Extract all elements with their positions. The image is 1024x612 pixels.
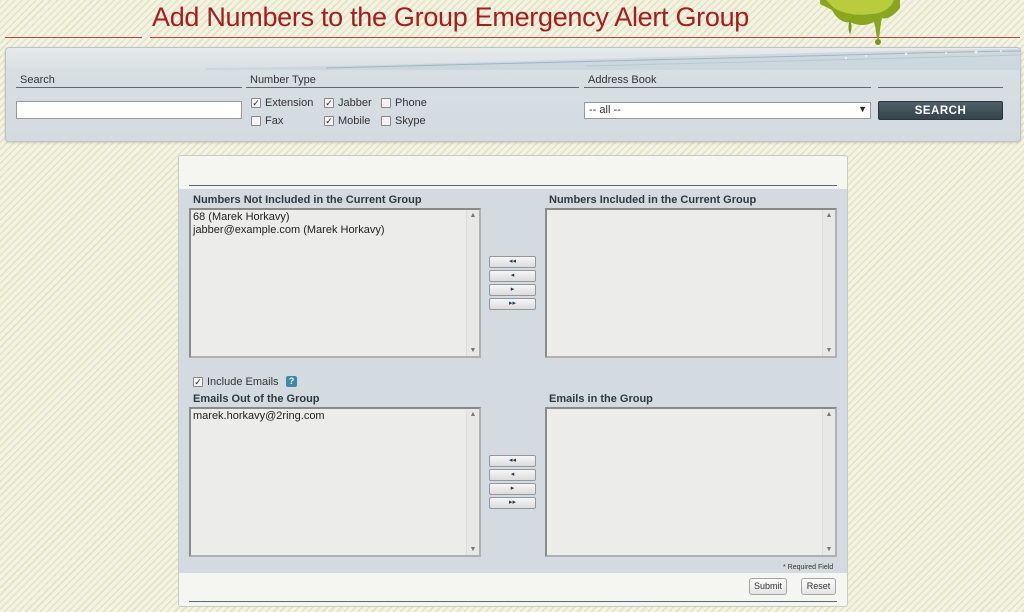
- numbers-included-label: Numbers Included in the Current Group: [549, 194, 757, 206]
- search-underline: [16, 87, 242, 88]
- required-field-note: * Required Field: [783, 564, 834, 571]
- page-title: Add Numbers to the Group Emergency Alert…: [152, 2, 749, 32]
- emails-out-list[interactable]: marek.horkavy@2ring.com ▲ ▼: [189, 407, 481, 557]
- scrollbar[interactable]: ▲ ▼: [466, 409, 479, 555]
- checkbox-skype-box[interactable]: [381, 116, 391, 126]
- checkbox-mobile-label: Mobile: [338, 115, 371, 127]
- title-divider-left: [5, 37, 142, 38]
- email-move-left-button[interactable]: ◂: [489, 469, 536, 481]
- search-panel: Search Number Type ✓ Extension ✓ Jabber …: [5, 47, 1021, 142]
- group-members-panel: Numbers Not Included in the Current Grou…: [178, 155, 848, 607]
- checkbox-phone-label: Phone: [395, 97, 427, 109]
- email-move-all-right-button[interactable]: ▸▸: [489, 497, 536, 509]
- list-item[interactable]: marek.horkavy@2ring.com: [193, 410, 477, 423]
- address-book-select[interactable]: -- all -- ▼: [584, 102, 871, 119]
- search-input[interactable]: [16, 101, 242, 119]
- list-item[interactable]: jabber@example.com (Marek Horkavy): [193, 224, 477, 237]
- checkbox-mobile-box[interactable]: ✓: [324, 116, 334, 126]
- numbers-included-list[interactable]: ▲ ▼: [545, 208, 837, 358]
- address-book-label: Address Book: [588, 74, 657, 86]
- checkbox-fax-label: Fax: [265, 115, 284, 127]
- move-right-button[interactable]: ▸: [489, 284, 536, 296]
- checkbox-skype-label: Skype: [395, 115, 426, 127]
- checkbox-phone[interactable]: Phone: [381, 97, 427, 109]
- search-button-underline: [878, 87, 1003, 88]
- include-emails-label: Include Emails: [207, 376, 279, 388]
- scroll-down-icon[interactable]: ▼: [467, 347, 479, 354]
- checkbox-skype[interactable]: Skype: [381, 115, 426, 127]
- move-all-right-button[interactable]: ▸▸: [489, 298, 536, 310]
- scroll-up-icon[interactable]: ▲: [467, 411, 479, 418]
- search-label: Search: [20, 74, 55, 86]
- email-move-right-button[interactable]: ▸: [489, 483, 536, 495]
- reset-button[interactable]: Reset: [801, 578, 836, 595]
- search-button[interactable]: SEARCH: [878, 101, 1003, 120]
- emails-out-label: Emails Out of the Group: [193, 393, 320, 405]
- checkbox-jabber-box[interactable]: ✓: [324, 98, 334, 108]
- scrollbar[interactable]: ▲ ▼: [466, 210, 479, 356]
- scroll-up-icon[interactable]: ▲: [467, 212, 479, 219]
- scrollbar[interactable]: ▲ ▼: [822, 409, 835, 555]
- include-emails-checkbox[interactable]: ✓ Include Emails: [193, 376, 279, 388]
- scroll-down-icon[interactable]: ▼: [823, 347, 835, 354]
- move-left-button[interactable]: ◂: [489, 270, 536, 282]
- panel-footer-divider: [189, 601, 837, 602]
- number-type-underline: [246, 87, 579, 88]
- scroll-up-icon[interactable]: ▲: [823, 411, 835, 418]
- wave-decoration: [206, 49, 1021, 70]
- checkbox-phone-box[interactable]: [381, 98, 391, 108]
- emails-in-label: Emails in the Group: [549, 393, 653, 405]
- scroll-down-icon[interactable]: ▼: [467, 546, 479, 553]
- checkbox-extension-label: Extension: [265, 97, 314, 109]
- list-item[interactable]: 68 (Marek Horkavy): [193, 211, 477, 224]
- number-type-label: Number Type: [250, 74, 316, 86]
- checkbox-fax[interactable]: Fax: [251, 115, 283, 127]
- numbers-not-included-list[interactable]: 68 (Marek Horkavy) jabber@example.com (M…: [189, 208, 481, 358]
- emails-in-list[interactable]: ▲ ▼: [545, 407, 837, 557]
- scrollbar[interactable]: ▲ ▼: [822, 210, 835, 356]
- address-book-selected: -- all --: [589, 104, 621, 116]
- help-icon[interactable]: ?: [286, 376, 297, 387]
- move-all-left-button[interactable]: ◂◂: [489, 256, 536, 268]
- checkbox-extension-box[interactable]: ✓: [251, 98, 261, 108]
- email-move-all-left-button[interactable]: ◂◂: [489, 455, 536, 467]
- numbers-not-included-label: Numbers Not Included in the Current Grou…: [193, 194, 422, 206]
- scroll-down-icon[interactable]: ▼: [823, 546, 835, 553]
- checkbox-extension[interactable]: ✓ Extension: [251, 97, 313, 109]
- checkbox-jabber-label: Jabber: [338, 97, 372, 109]
- include-emails-box[interactable]: ✓: [193, 377, 203, 387]
- scroll-up-icon[interactable]: ▲: [823, 212, 835, 219]
- chevron-down-icon: ▼: [858, 104, 867, 114]
- submit-button[interactable]: Submit: [749, 578, 787, 595]
- panel-header-divider: [189, 185, 837, 186]
- logo-blob-icon: [820, 0, 900, 45]
- checkbox-fax-box[interactable]: [251, 116, 261, 126]
- address-book-underline: [584, 87, 871, 88]
- checkbox-jabber[interactable]: ✓ Jabber: [324, 97, 372, 109]
- checkbox-mobile[interactable]: ✓ Mobile: [324, 115, 370, 127]
